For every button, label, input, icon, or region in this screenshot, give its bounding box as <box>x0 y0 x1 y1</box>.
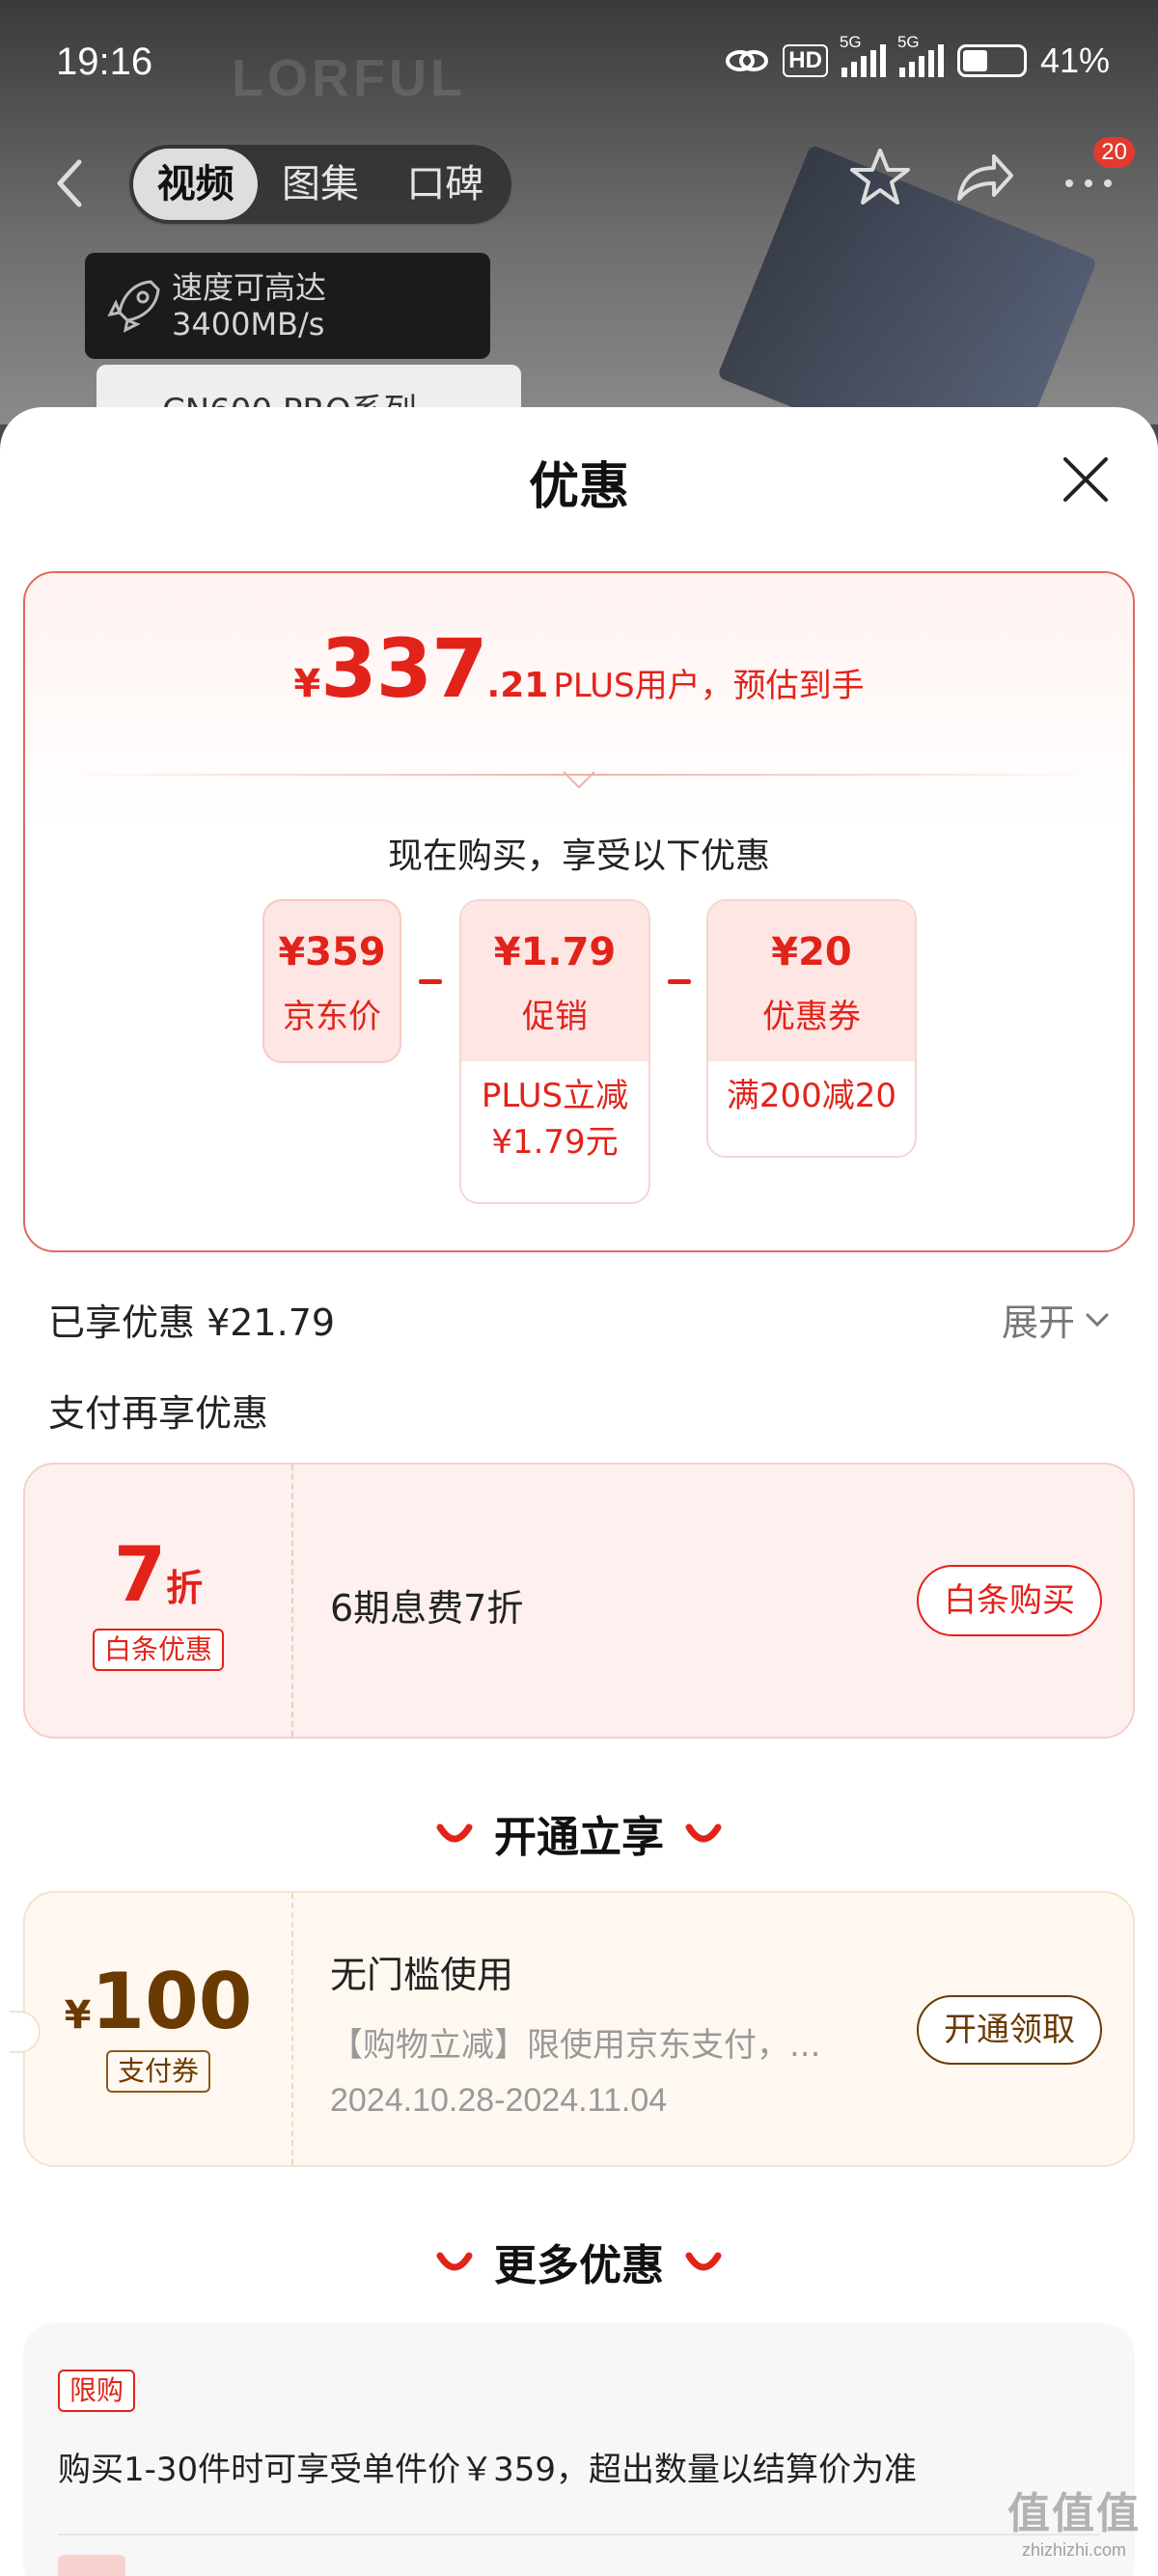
coupon-label: 优惠券 <box>762 998 861 1036</box>
now-buy-text: 现在购买，享受以下优惠 <box>387 836 770 876</box>
watermark-glyphs: 值值值 <box>1007 2489 1141 2538</box>
smile-decoration-icon <box>436 1823 473 1843</box>
estimate-suffix: PLUS用户，预估到手 <box>553 667 865 705</box>
limit-tag: 限购 <box>58 2370 136 2412</box>
more-offers-card: 限购 购买1-30件时可享受单件价￥359，超出数量以结算价为准 <box>23 2323 1135 2576</box>
promotion-label: 促销 <box>522 998 588 1036</box>
next-offer-tag <box>58 2555 125 2576</box>
hd-voice-icon: HD <box>783 44 828 77</box>
divider <box>58 2534 1100 2535</box>
status-bar: 19:16 HD 5G 5G 41% <box>0 0 1158 125</box>
jd-price-amount: ¥359 <box>278 930 386 974</box>
tab-reviews[interactable]: 口碑 <box>383 149 508 220</box>
discount-sheet: 优惠 ¥337.21 PLUS用户，预估到手 现在购买，享受以下优惠 ¥359 … <box>0 407 1158 2576</box>
pay-coupon-tag: 支付券 <box>105 2050 210 2093</box>
promotion-detail-line1: PLUS立减 <box>481 1077 629 1115</box>
chevron-down-icon <box>1086 1313 1109 1327</box>
coupon-amount: ¥20 <box>771 930 852 974</box>
pay-coupon-desc: 【购物立减】限使用京东支付，... <box>330 2026 821 2065</box>
product-page-background: LORFUL 19:16 HD 5G 5G 41% 视频 图集 口碑 20 速度… <box>0 0 1158 425</box>
jd-price-label: 京东价 <box>283 998 381 1036</box>
more-section-header: 更多优惠 <box>0 2231 1158 2292</box>
pay-coupon-title: 无门槛使用 <box>330 1954 514 1996</box>
pay-coupon-card: ¥100 支付券 无门槛使用 【购物立减】限使用京东支付，... 2024.10… <box>10 1891 1135 2167</box>
minus-sign <box>419 979 442 984</box>
limit-text: 购买1-30件时可享受单件价￥359，超出数量以结算价为准 <box>58 2451 918 2489</box>
pay-section-title: 支付再享优惠 <box>48 1392 269 1435</box>
open-section-header: 开通立享 <box>0 1802 1158 1864</box>
expand-toggle[interactable]: 展开 <box>1002 1293 1110 1346</box>
dashed-divider <box>291 1465 293 1737</box>
speed-banner-line1: 速度可高达 <box>172 269 327 306</box>
notification-badge: 20 <box>1093 137 1135 168</box>
sheet-title: 优惠 <box>528 458 629 516</box>
open-section-title: 开通立享 <box>494 1813 664 1862</box>
status-icons: HD 5G 5G 41% <box>725 33 1110 81</box>
nav-actions: 20 <box>847 137 1135 210</box>
estimate-decimal: .21 <box>486 666 549 705</box>
pay-coupon-currency: ¥ <box>64 1993 92 2038</box>
coupon-head: ¥20 优惠券 <box>708 901 915 1061</box>
divider-notch-icon <box>563 771 595 789</box>
more-menu-button[interactable]: 20 <box>1056 137 1135 210</box>
price-estimate-card: ¥337.21 PLUS用户，预估到手 现在购买，享受以下优惠 ¥359 京东价… <box>23 571 1135 1252</box>
breakdown-coupon: ¥20 优惠券 满200减20 <box>706 899 917 1158</box>
smile-decoration-icon <box>685 2252 722 2271</box>
pay-coupon-value: ¥100 支付券 <box>25 1893 291 2165</box>
watermark-url: zhizhizhi.com <box>1021 2540 1127 2560</box>
pay-coupon-amount: 100 <box>91 1957 253 2046</box>
site-watermark: 值值值 zhizhizhi.com <box>1007 2479 1141 2561</box>
smile-decoration-icon <box>685 1823 722 1843</box>
baitiao-offer-card: 7折 白条优惠 6期息费7折 白条购买 <box>23 1463 1135 1739</box>
baitiao-discount: 7折 白条优惠 <box>25 1465 291 1737</box>
rocket-icon <box>107 280 160 333</box>
estimated-price: ¥337.21 PLUS用户，预估到手 <box>25 621 1133 716</box>
battery-percent: 41% <box>1039 41 1110 80</box>
status-time: 19:16 <box>56 41 153 83</box>
promotion-detail-line2: ¥1.79元 <box>491 1123 619 1162</box>
battery-icon <box>956 44 1027 77</box>
baitiao-discount-unit: 折 <box>166 1567 204 1609</box>
estimate-currency: ¥ <box>293 662 321 706</box>
expand-label: 展开 <box>1001 1302 1075 1344</box>
media-tabs: 视频 图集 口碑 <box>127 143 513 226</box>
star-icon[interactable] <box>847 145 913 210</box>
promotion-head: ¥1.79 促销 <box>461 901 648 1061</box>
speed-banner: 速度可高达 3400MB/s <box>85 253 490 359</box>
speed-banner-line2: 3400MB/s <box>172 306 325 343</box>
back-arrow-icon[interactable] <box>50 154 89 212</box>
share-icon[interactable] <box>951 145 1017 210</box>
open-claim-button[interactable]: 开通领取 <box>917 1995 1102 2065</box>
more-section-title: 更多优惠 <box>494 2241 664 2290</box>
minus-sign <box>668 979 691 984</box>
enjoyed-discount: 已享优惠 ¥21.79 <box>48 1302 336 1344</box>
link-icon <box>726 50 769 71</box>
coupon-detail: 满200减20 <box>726 1077 897 1115</box>
estimate-integer: 337 <box>320 621 487 716</box>
breakdown-jd-price: ¥359 京东价 <box>262 899 401 1063</box>
promotion-amount: ¥1.79 <box>493 930 617 974</box>
baitiao-buy-button[interactable]: 白条购买 <box>917 1565 1102 1636</box>
baitiao-discount-number: 7 <box>113 1532 167 1619</box>
tab-video[interactable]: 视频 <box>133 149 259 220</box>
dashed-divider <box>291 1893 293 2165</box>
signal-icon-2: 5G <box>897 33 944 77</box>
baitiao-tag: 白条优惠 <box>92 1629 224 1671</box>
smile-decoration-icon <box>436 2252 473 2271</box>
tab-gallery[interactable]: 图集 <box>258 149 382 220</box>
close-icon[interactable] <box>1052 446 1119 513</box>
promotion-detail: PLUS立减 ¥1.79元 <box>461 1061 648 1165</box>
signal-icon-1: 5G <box>840 33 886 77</box>
breakdown-promotion: ¥1.79 促销 PLUS立减 ¥1.79元 <box>459 899 650 1204</box>
pay-coupon-date: 2024.10.28-2024.11.04 <box>330 2082 668 2119</box>
baitiao-text: 6期息费7折 <box>330 1587 524 1630</box>
